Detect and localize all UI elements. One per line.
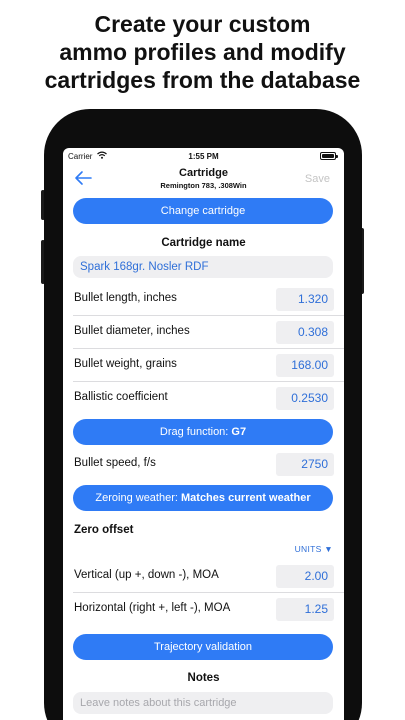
bullet-diameter-input[interactable]: 0.308 <box>276 321 334 344</box>
status-time: 1:55 PM <box>188 152 219 161</box>
status-bar: Carrier 1:55 PM <box>63 148 344 164</box>
notes-title: Notes <box>187 672 220 684</box>
battery-icon <box>320 152 338 160</box>
notes-input[interactable]: Leave notes about this cartridge <box>73 692 333 714</box>
horizontal-offset-input[interactable]: 1.25 <box>276 598 334 621</box>
field-row-bullet-weight: Bullet weight, grains 168.00 <box>63 349 344 382</box>
zeroing-weather-value: Matches current weather <box>181 492 311 504</box>
save-button[interactable]: Save <box>305 173 330 185</box>
field-row-horizontal-offset: Horizontal (right +, left -), MOA 1.25 <box>63 593 344 626</box>
vertical-offset-input[interactable]: 2.00 <box>276 565 334 588</box>
field-row-bullet-length: Bullet length, inches 1.320 <box>63 283 344 316</box>
bullet-speed-input[interactable]: 2750 <box>276 453 334 476</box>
trajectory-validation-button[interactable]: Trajectory validation <box>73 634 333 660</box>
field-row-vertical-offset: Vertical (up +, down -), MOA 2.00 <box>63 560 344 593</box>
bullet-weight-input[interactable]: 168.00 <box>276 354 334 377</box>
drag-function-button[interactable]: Drag function: G7 <box>73 419 333 445</box>
field-label: Ballistic coefficient <box>74 391 168 403</box>
headline-line-2: ammo profiles and modify <box>59 39 346 65</box>
headline-line-1: Create your custom <box>94 11 311 37</box>
field-row-ballistic-coefficient: Ballistic coefficient 0.2530 <box>63 382 344 415</box>
cartridge-name-title: Cartridge name <box>161 237 246 249</box>
field-label: Horizontal (right +, left -), MOA <box>74 602 231 614</box>
field-label: Bullet speed, f/s <box>74 457 156 469</box>
field-label: Bullet length, inches <box>74 292 177 304</box>
cartridge-name-input[interactable]: Spark 168gr. Nosler RDF <box>73 256 333 278</box>
zeroing-weather-prefix: Zeroing weather: <box>95 492 181 504</box>
field-label: Vertical (up +, down -), MOA <box>74 569 219 581</box>
units-dropdown[interactable]: UNITS ▼ <box>295 544 333 554</box>
zero-offset-title: Zero offset <box>74 524 134 536</box>
units-label: UNITS <box>294 544 322 554</box>
phone-screen: Carrier 1:55 PM Cartridge Remington 783,… <box>63 148 344 720</box>
bullet-length-input[interactable]: 1.320 <box>276 288 334 311</box>
drag-function-prefix: Drag function: <box>159 426 232 438</box>
drag-function-value: G7 <box>231 426 247 438</box>
field-row-bullet-diameter: Bullet diameter, inches 0.308 <box>63 316 344 349</box>
triangle-down-icon: ▼ <box>324 544 333 554</box>
field-row-bullet-speed: Bullet speed, f/s 2750 <box>63 448 344 481</box>
field-label: Bullet weight, grains <box>74 358 177 370</box>
navigation-bar: Cartridge Remington 783, .308Win Save <box>63 164 344 194</box>
headline-line-3: cartridges from the database <box>44 67 361 93</box>
nav-title: Cartridge <box>179 167 228 179</box>
field-label: Bullet diameter, inches <box>74 325 190 337</box>
nav-subtitle: Remington 783, .308Win <box>160 181 247 190</box>
change-cartridge-button[interactable]: Change cartridge <box>73 198 333 224</box>
zeroing-weather-button[interactable]: Zeroing weather: Matches current weather <box>73 485 333 511</box>
ballistic-coefficient-input[interactable]: 0.2530 <box>276 387 334 410</box>
promo-headline: Create your custom ammo profiles and mod… <box>0 10 405 94</box>
